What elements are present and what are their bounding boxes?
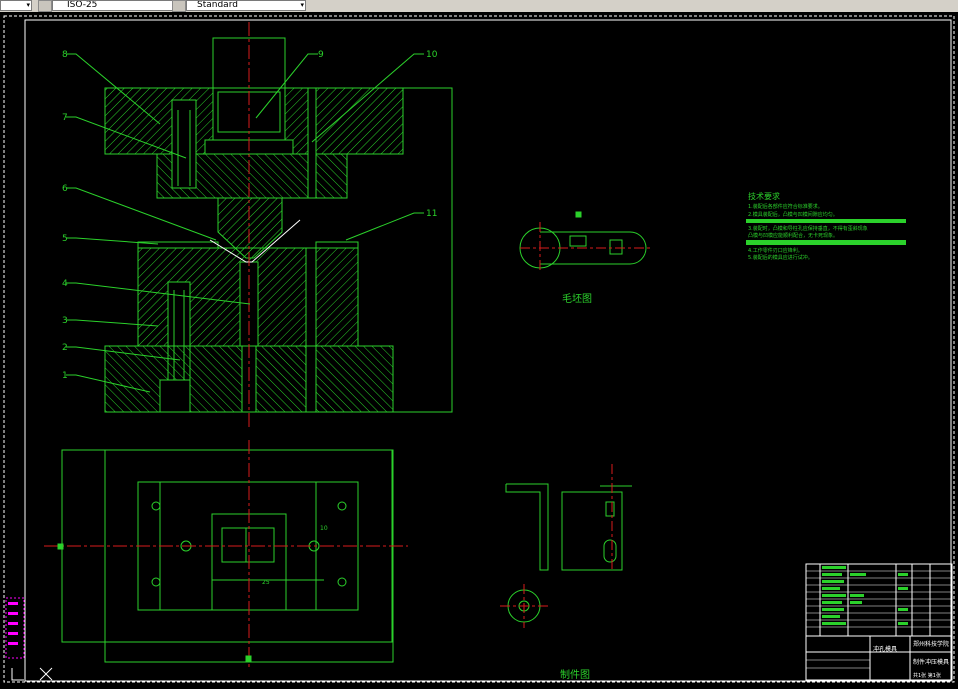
plan-view: 25 10 bbox=[44, 440, 408, 668]
tech-title: 技术要求 bbox=[748, 191, 780, 201]
title-drawing-name: 冲孔模具 bbox=[873, 645, 897, 653]
part-number-label: 11 bbox=[426, 209, 437, 219]
layer-combo[interactable]: ▾ bbox=[0, 0, 32, 11]
title-product: 制件冲压模具 bbox=[913, 658, 949, 666]
tech-line: 3.装配时，凸模和导柱孔应保持垂直，不得有歪斜现象 bbox=[748, 225, 868, 232]
blank-caption: 毛坯图 bbox=[562, 293, 592, 305]
chevron-down-icon: ▾ bbox=[26, 1, 30, 9]
dimstyle-icon[interactable] bbox=[38, 0, 52, 12]
blank-drawing: 毛坯图 bbox=[519, 211, 650, 305]
textstyle-value: Standard bbox=[197, 0, 238, 10]
tech-line: 凸模与凹模应能顺利配合，无卡死现象。 bbox=[748, 232, 838, 239]
dimstyle-value: ISO-25 bbox=[67, 0, 98, 10]
part-number-label: 6 bbox=[62, 184, 68, 194]
tech-line: 5.装配后的模具应进行试冲。 bbox=[748, 254, 813, 261]
technical-requirements: 技术要求 1.装配后各部件应符合标准要求。 2.模具装配后，凸模与凹模间隙应均匀… bbox=[746, 191, 906, 261]
title-sheet: 共1张 第1张 bbox=[913, 672, 941, 679]
dim-label: 25 bbox=[262, 579, 270, 586]
part-number-label: 8 bbox=[62, 50, 68, 60]
part-drawing: 制件图 bbox=[500, 464, 632, 681]
chevron-down-icon: ▾ bbox=[300, 1, 304, 9]
cad-drawing: 8 9 10 7 6 11 5 4 3 2 1 25 10 毛坯图 制件图 技术… bbox=[3, 15, 955, 683]
margin-marks bbox=[5, 597, 53, 681]
part-caption: 制件图 bbox=[560, 668, 590, 681]
part-number-label: 10 bbox=[426, 50, 438, 60]
dimstyle-combo[interactable]: ISO-25 ▾ bbox=[52, 0, 178, 11]
tech-line: 2.模具装配后，凸模与凹模间隙应均匀。 bbox=[748, 211, 838, 218]
part-number-label: 7 bbox=[62, 113, 68, 123]
tech-line: 4.工作零件刃口应锋利。 bbox=[748, 247, 803, 254]
dim-label: 10 bbox=[320, 525, 328, 532]
part-number-label: 9 bbox=[318, 50, 324, 60]
part-number-label: 3 bbox=[62, 316, 68, 326]
textstyle-icon[interactable] bbox=[172, 0, 186, 12]
part-number-label: 4 bbox=[62, 279, 68, 289]
section-view: 8 9 10 7 6 11 5 4 3 2 1 bbox=[62, 22, 453, 430]
title-company: 郑州科技学院 bbox=[913, 640, 949, 648]
part-number-label: 5 bbox=[62, 234, 68, 244]
part-number-label: 2 bbox=[62, 343, 68, 353]
drawing-canvas[interactable]: 8 9 10 7 6 11 5 4 3 2 1 25 10 毛坯图 制件图 技术… bbox=[0, 12, 958, 685]
part-number-label: 1 bbox=[62, 371, 68, 381]
textstyle-combo[interactable]: Standard ▾ bbox=[186, 0, 306, 11]
tech-line: 1.装配后各部件应符合标准要求。 bbox=[748, 203, 823, 210]
title-block: 郑州科技学院 冲孔模具 制件冲压模具 共1张 第1张 bbox=[805, 563, 953, 681]
